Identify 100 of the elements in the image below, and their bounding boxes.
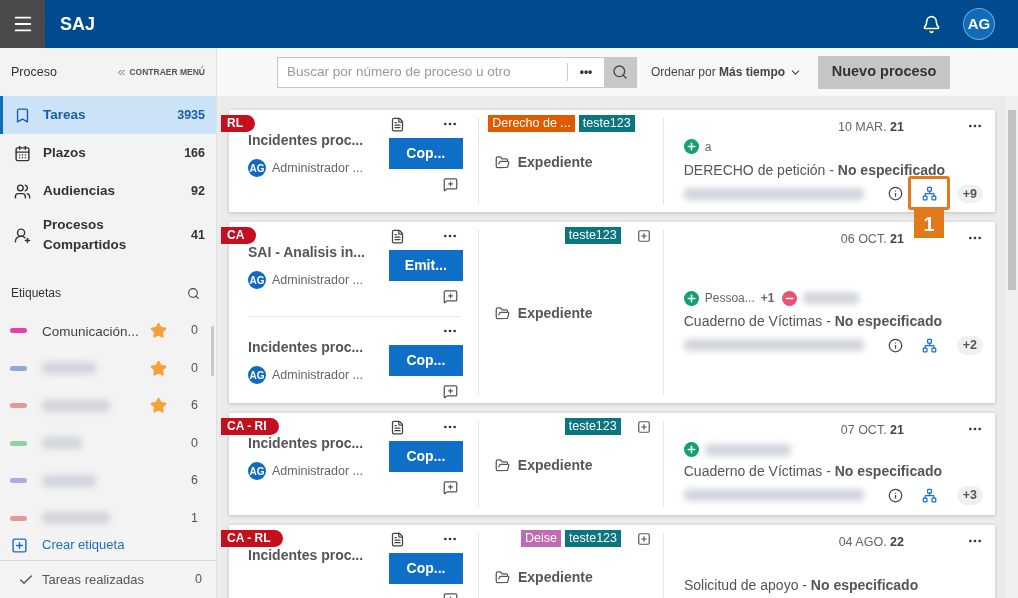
add-party-icon [683,290,699,306]
label-item[interactable]: 6 [0,387,216,425]
add-label-icon[interactable] [636,228,651,243]
process-tag: CA - RL [221,530,283,547]
folder-link[interactable]: Expediente [517,454,593,476]
search-icon[interactable] [187,286,200,300]
folder-icon [494,306,510,321]
nav-item[interactable]: Plazos 166 [0,134,216,172]
label-count: 6 [191,397,198,415]
process-subject: DERECHO de petición - No especificado [683,160,947,180]
label-count: 0 [191,359,198,377]
comment-add-icon[interactable] [442,384,458,399]
add-label-icon[interactable] [636,419,651,434]
process-tag: RL [221,115,255,132]
label-tag: Deise [521,530,562,547]
folder-link[interactable]: Expediente [517,303,593,324]
comment-add-icon[interactable] [442,177,458,192]
user-avatar: AG [248,366,266,385]
notifications-icon[interactable] [922,14,941,34]
label-count: 0 [191,322,198,340]
menu-button[interactable] [0,0,45,48]
label-tag: Derecho de ... [488,115,575,132]
star-icon[interactable] [150,397,168,415]
action-button[interactable]: Cop... [388,441,463,472]
party-name: a [704,138,712,156]
create-label-link[interactable]: Crear etiqueta [0,530,216,560]
process-subject: Solicitud de apoyo - No especificado [684,575,920,595]
scrollbar-thumb[interactable] [1008,110,1016,290]
tree-icon[interactable] [922,337,938,353]
more-options-button[interactable]: ••• [568,63,604,81]
process-subject: Cuaderno de Víctimas - No especificado [683,462,944,481]
label-item[interactable]: 1 [0,499,216,530]
date: 07 OCT. 21 [840,422,904,439]
blurred-text [803,292,860,304]
task-title[interactable]: Incidentes proc... [248,545,386,566]
nav-item[interactable]: Procesos Compartidos 41 [0,210,216,260]
party-name: Pessoa... [704,290,755,307]
star-icon[interactable] [150,359,168,377]
folder-link[interactable]: Expediente [517,151,593,173]
label-item[interactable]: 6 [0,462,216,500]
action-button[interactable]: Cop... [388,138,463,169]
document-icon[interactable] [389,419,405,435]
done-tasks-count: 0 [195,571,202,589]
folder-link[interactable]: Expediente [518,566,593,588]
nav-icon [14,226,31,244]
sort-dropdown[interactable]: Ordenar por Más tiempo [651,63,803,81]
section-title: Proceso [11,63,57,81]
party-more: +1 [760,290,775,307]
blurred-text [42,362,96,375]
task-title[interactable]: Incidentes proc... [248,130,386,151]
label-item[interactable]: 0 [0,424,216,462]
user-avatar: AG [248,271,266,290]
scrollbar-thumb[interactable] [211,326,214,376]
star-icon[interactable] [150,322,168,340]
user-name: Administrador ... [272,463,363,480]
related-count: +9 [956,184,983,204]
label-count: 1 [191,509,198,527]
action-button[interactable]: Cop... [389,553,463,584]
search-field[interactable]: Buscar por número de proceso u otro ••• [277,56,637,88]
label-item[interactable]: 0 [0,349,216,387]
label-item[interactable]: Comunicación... 0 [0,312,216,350]
info-icon[interactable] [887,337,903,353]
document-icon[interactable] [390,531,405,547]
callout-number: 1 [914,210,944,238]
blurred-text [42,399,110,412]
new-process-button[interactable]: Nuevo proceso [818,55,951,89]
add-label-icon [11,536,28,554]
info-icon[interactable] [887,487,903,503]
comment-add-icon[interactable] [442,480,458,495]
folder-icon [495,569,510,585]
search-button[interactable] [604,57,636,87]
folder-icon [494,457,510,473]
document-icon[interactable] [389,116,405,132]
task-title[interactable]: Incidentes proc... [248,433,386,454]
comment-add-icon[interactable] [442,289,458,304]
action-button[interactable]: Emit... [388,250,463,281]
document-icon[interactable] [389,228,405,244]
info-icon[interactable] [887,186,903,202]
tree-icon[interactable] [922,186,938,202]
blurred-text [42,474,96,487]
date: 10 MAR. 21 [837,119,904,136]
remove-party-icon [782,290,798,306]
action-button[interactable]: Cop... [388,345,463,376]
task-title[interactable]: SAI - Analisis in... [248,242,386,263]
done-tasks-label[interactable]: Tareas realizadas [42,570,196,589]
task-title[interactable]: Incidentes proc... [248,337,386,358]
add-label-icon[interactable] [637,531,651,546]
collapse-menu-button[interactable]: CONTRAER MENÚ [116,65,205,79]
nav-item[interactable]: Tareas 3935 [0,96,216,134]
label-tag: teste123 [565,530,621,547]
tree-icon[interactable] [922,487,938,503]
nav-icon [14,144,31,162]
user-avatar[interactable]: AG [963,8,995,40]
label-tag: teste123 [564,418,621,435]
blurred-text [42,437,82,450]
date: 06 OCT. 21 [840,231,904,248]
section-title: Etiquetas [11,285,62,302]
nav-item[interactable]: Audiencias 92 [0,172,216,210]
label-tag: teste123 [564,227,621,244]
scrollbar[interactable] [1005,96,1018,598]
